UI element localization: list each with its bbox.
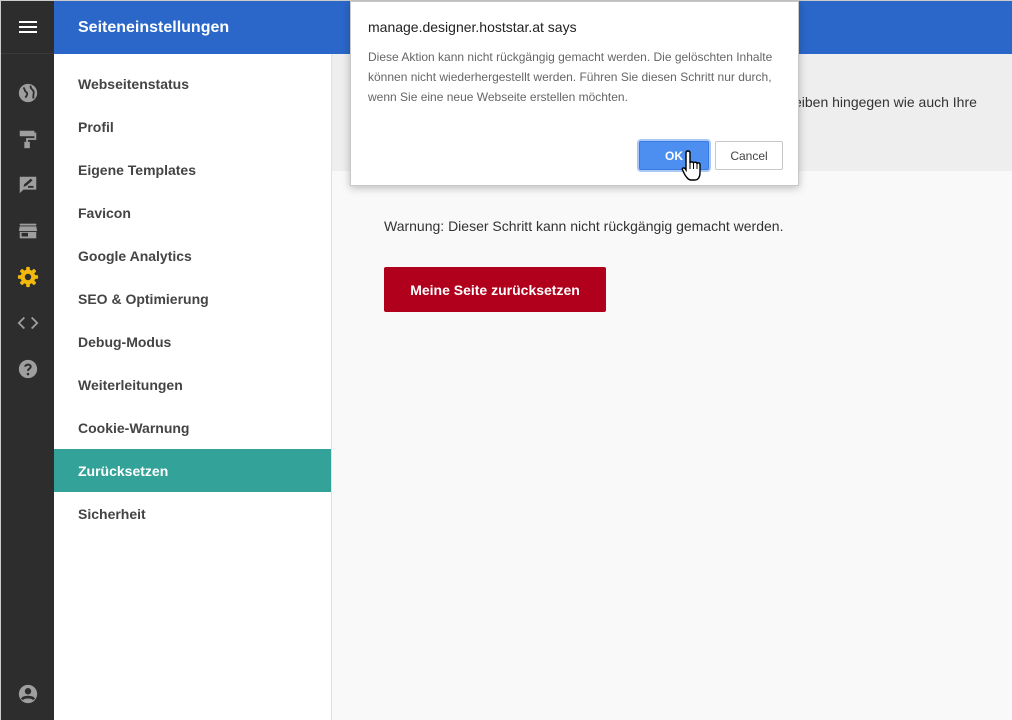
dialog-title: manage.designer.hoststar.at says <box>368 19 577 35</box>
gear-icon <box>17 266 38 288</box>
cancel-button[interactable]: Cancel <box>715 141 783 170</box>
edit-note-icon <box>19 176 36 194</box>
nav-item-debug-modus[interactable]: Debug-Modus <box>54 320 331 363</box>
nav-item-zuruecksetzen[interactable]: Zurücksetzen <box>54 449 331 492</box>
help-icon <box>18 359 37 379</box>
menu-icon <box>18 21 37 33</box>
shop-button[interactable] <box>1 211 54 251</box>
settings-nav: Webseitenstatus Profil Eigene Templates … <box>54 54 332 720</box>
page-title: Seiteneinstellungen <box>78 19 230 36</box>
reset-site-button[interactable]: Meine Seite zurücksetzen <box>384 267 606 312</box>
nav-item-sicherheit[interactable]: Sicherheit <box>54 492 331 535</box>
warning-text: Warnung: Dieser Schritt kann nicht rückg… <box>384 218 784 234</box>
nav-item-seo[interactable]: SEO & Optimierung <box>54 277 331 320</box>
nav-item-profil[interactable]: Profil <box>54 105 331 148</box>
paint-roller-icon <box>19 130 36 149</box>
help-button[interactable] <box>1 349 54 389</box>
nav-item-weiterleitungen[interactable]: Weiterleitungen <box>54 363 331 406</box>
code-button[interactable] <box>1 303 54 343</box>
dialog-message: Diese Aktion kann nicht rückgängig gemac… <box>368 50 773 104</box>
store-icon <box>18 223 37 239</box>
settings-button[interactable] <box>1 257 54 297</box>
account-icon <box>18 684 37 704</box>
design-button[interactable] <box>1 119 54 159</box>
hand-cursor-icon <box>681 150 701 181</box>
content-button[interactable] <box>1 165 54 205</box>
nav-item-favicon[interactable]: Favicon <box>54 191 331 234</box>
info-text: eiben hingegen wie auch Ihre <box>794 94 977 110</box>
menu-button[interactable] <box>1 1 54 54</box>
globe-icon <box>18 83 37 103</box>
account-button[interactable] <box>1 674 54 714</box>
code-icon <box>17 316 38 330</box>
icon-rail <box>1 1 54 720</box>
nav-item-cookie-warnung[interactable]: Cookie-Warnung <box>54 406 331 449</box>
globe-button[interactable] <box>1 73 54 113</box>
nav-item-eigene-templates[interactable]: Eigene Templates <box>54 148 331 191</box>
confirm-dialog: manage.designer.hoststar.at says Diese A… <box>350 1 799 186</box>
nav-item-webseitenstatus[interactable]: Webseitenstatus <box>54 62 331 105</box>
nav-item-google-analytics[interactable]: Google Analytics <box>54 234 331 277</box>
